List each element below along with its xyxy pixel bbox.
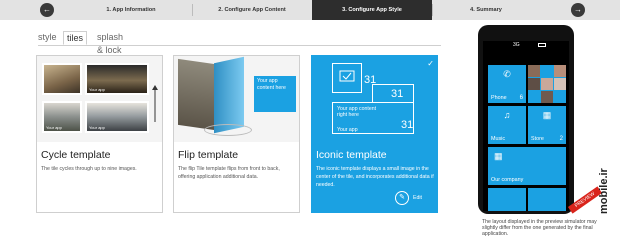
- iconic-wide-text: Your app content right here: [337, 106, 377, 118]
- phone-tile: ✆ Phone 6: [488, 65, 526, 103]
- template-card-cycle[interactable]: Your app Your app Your app Cycle templat…: [36, 55, 163, 213]
- phone-status-bar: 3G: [483, 41, 569, 51]
- pencil-icon[interactable]: ✎: [395, 191, 409, 205]
- flip-tile-side: [214, 56, 244, 134]
- template-title: Cycle template: [41, 149, 111, 161]
- phone-icon: ✆: [503, 69, 511, 79]
- iconic-message-icon: [339, 70, 355, 82]
- tab-divider: [38, 45, 441, 46]
- template-title: Iconic template: [316, 149, 387, 161]
- iconic-count: 31: [401, 119, 414, 131]
- template-card-iconic[interactable]: ✓ 31 31 Your app content right here Your…: [311, 55, 438, 213]
- flip-rotation-ring: [204, 124, 252, 136]
- template-description: The flip Tile template flips from front …: [178, 166, 280, 180]
- people-photo: [541, 78, 553, 90]
- edit-label[interactable]: Edit: [413, 195, 422, 201]
- cycle-thumb: [42, 63, 82, 95]
- phone-screen: 3G ✆ Phone 6 ♫ Music ▦ Store 2 ▦ Our com…: [483, 41, 569, 211]
- cycle-direction-arrow-icon: [152, 85, 158, 122]
- iconic-medium-tile: 31: [372, 84, 414, 104]
- iconic-preview: ✓ 31 31 Your app content right here Your…: [312, 56, 437, 142]
- building-icon: ▦: [494, 151, 503, 161]
- people-photo: [528, 65, 540, 77]
- preview-note: The layout displayed in the preview simu…: [482, 219, 597, 237]
- store-tile: ▦ Store 2: [528, 106, 566, 144]
- back-button[interactable]: ←: [40, 3, 54, 17]
- people-photo: [528, 91, 540, 103]
- checkmark-icon: ✓: [427, 59, 434, 68]
- cycle-thumb-caption: Your app: [89, 87, 105, 92]
- flip-front-tile: Your app content here: [254, 76, 296, 112]
- app-studio-page: ← 1. App Information 2. Configure App Co…: [0, 0, 620, 247]
- company-tile-label: Our company: [491, 177, 524, 183]
- cycle-preview: Your app Your app Your app: [37, 56, 162, 142]
- people-photo: [554, 65, 566, 77]
- people-photo: [541, 91, 553, 103]
- phone-tile-blank: [528, 188, 566, 211]
- template-card-flip[interactable]: Your app content here Flip template The …: [173, 55, 300, 213]
- tab-tiles[interactable]: tiles: [63, 31, 88, 45]
- iconic-wide-tile: Your app content right here Your app 31: [332, 102, 414, 134]
- battery-icon: [538, 43, 546, 47]
- step-summary[interactable]: 4. Summary: [432, 0, 540, 20]
- wizard-step-bar: ← 1. App Information 2. Configure App Co…: [0, 0, 620, 20]
- company-tile: ▦ Our company: [488, 147, 566, 185]
- template-description: The iconic template displays a small ima…: [316, 166, 434, 188]
- cycle-thumb: Your app: [42, 101, 82, 133]
- step-app-information[interactable]: 1. App Information: [70, 0, 192, 20]
- phone-tile-blank: [488, 188, 526, 211]
- tab-splash-lock[interactable]: splash & lock: [97, 31, 123, 55]
- people-tile: [528, 65, 566, 103]
- people-photo: [554, 78, 566, 90]
- phone-tile-label: Phone: [491, 95, 507, 101]
- template-title: Flip template: [178, 149, 239, 161]
- arrow-left-icon: ←: [43, 5, 51, 14]
- flip-front-text: Your app content here: [257, 78, 286, 91]
- people-photo: [541, 65, 553, 77]
- step-configure-app-content[interactable]: 2. Configure App Content: [192, 0, 312, 20]
- cycle-thumb: Your app: [85, 63, 149, 95]
- tab-style[interactable]: style: [38, 31, 57, 45]
- store-icon: ▦: [542, 110, 552, 120]
- step-configure-app-style[interactable]: 3. Configure App Style: [312, 0, 432, 20]
- cycle-thumb-caption: Your app: [89, 125, 105, 130]
- iconic-small-tile: [332, 63, 362, 93]
- network-indicator: 3G: [513, 42, 520, 48]
- next-button[interactable]: →: [571, 3, 585, 17]
- flip-preview: Your app content here: [174, 56, 299, 142]
- headphones-icon: ♫: [503, 110, 511, 120]
- people-photo: [554, 91, 566, 103]
- watermark: mobile.ir: [598, 168, 610, 214]
- store-tile-label: Store: [531, 136, 544, 142]
- cycle-thumb: Your app: [85, 101, 149, 133]
- music-tile-label: Music: [491, 136, 506, 142]
- phone-tile-count: 6: [519, 95, 523, 101]
- iconic-caption: Your app: [337, 127, 358, 133]
- iconic-count: 31: [391, 88, 404, 100]
- store-tile-count: 2: [559, 136, 563, 142]
- cycle-thumb-caption: Your app: [46, 125, 62, 130]
- arrow-right-icon: →: [574, 5, 582, 14]
- people-photo: [528, 78, 540, 90]
- template-description: The tile cycles through up to nine image…: [41, 166, 137, 172]
- phone-preview: 3G ✆ Phone 6 ♫ Music ▦ Store 2 ▦ Our com…: [478, 25, 574, 214]
- music-tile: ♫ Music: [488, 106, 526, 144]
